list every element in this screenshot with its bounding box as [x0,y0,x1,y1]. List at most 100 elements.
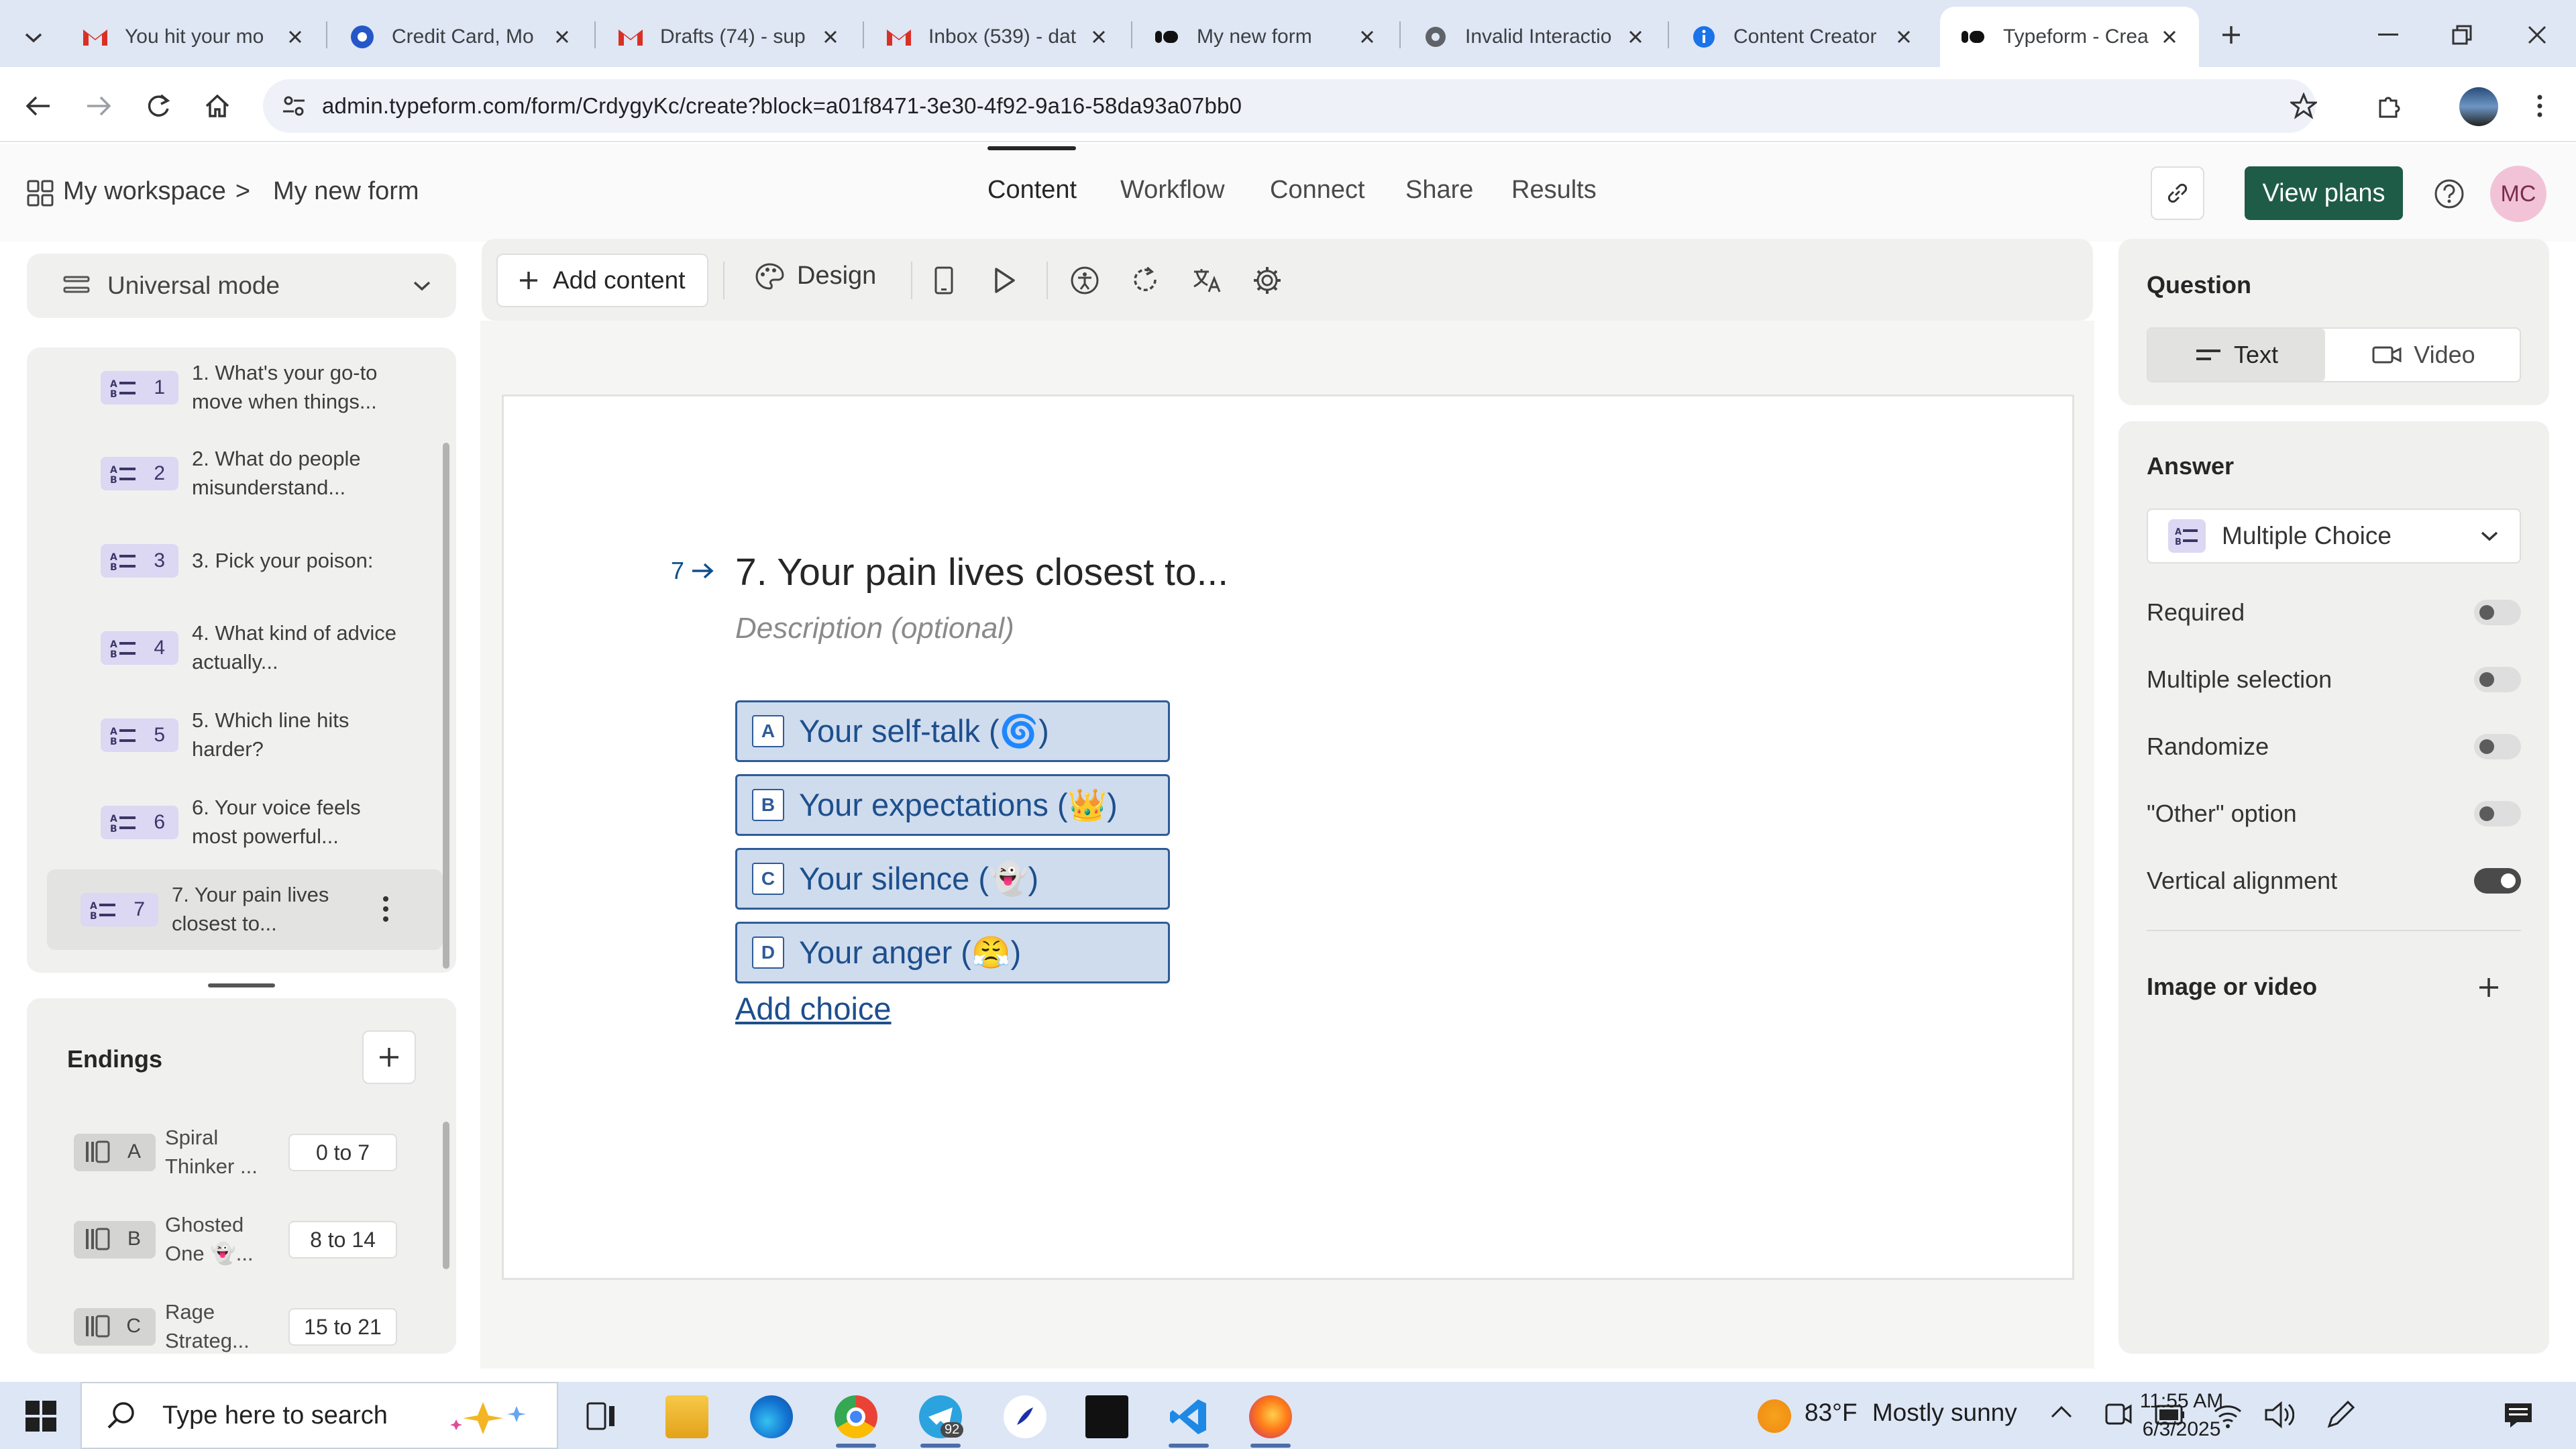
choice-option[interactable]: D Your anger (😤) [735,922,1170,983]
other-option-toggle[interactable] [2474,801,2521,826]
nav-tab-share[interactable]: Share [1405,176,1473,205]
close-icon[interactable] [1622,23,1649,50]
mode-selector[interactable]: Universal mode [27,254,456,318]
add-content-button[interactable]: Add content [496,254,708,307]
question-list-item[interactable]: AB 5 5. Which line hits harder? [47,695,443,775]
copy-link-button[interactable] [2151,166,2204,220]
browser-tab[interactable]: Invalid Interactio [1402,7,1665,67]
chrome-browser-icon[interactable] [835,1395,877,1438]
choice-option[interactable]: C Your silence (👻) [735,848,1170,910]
multiple-selection-toggle[interactable] [2474,667,2521,692]
panel-resize-handle[interactable] [208,983,275,987]
forward-button[interactable] [80,87,118,125]
extensions-button[interactable] [2371,87,2408,125]
close-icon[interactable] [282,23,309,50]
browser-tab[interactable]: Inbox (539) - dat [865,7,1128,67]
minimize-window-button[interactable] [2368,20,2408,50]
required-toggle[interactable] [2474,600,2521,625]
question-title[interactable]: 7. Your pain lives closest to... [735,550,1228,594]
add-choice-link[interactable]: Add choice [735,990,892,1027]
bookmark-star-button[interactable] [2285,87,2322,125]
nav-tab-connect[interactable]: Connect [1270,176,1365,205]
close-icon[interactable] [2156,23,2183,50]
view-plans-button[interactable]: View plans [2245,166,2403,220]
answer-type-dropdown[interactable]: AB Multiple Choice [2147,508,2521,564]
mobile-preview-button[interactable] [927,263,961,298]
task-view-icon[interactable] [585,1399,619,1433]
telegram-icon[interactable]: 92 [919,1395,964,1438]
question-list-item[interactable]: AB 1 1. What's your go-to move when thin… [47,347,443,428]
volume-icon[interactable] [2263,1401,2294,1429]
ending-score-range[interactable]: 8 to 14 [288,1221,397,1258]
preview-play-button[interactable] [987,263,1021,298]
choice-option[interactable]: A Your self-talk (🌀) [735,700,1170,762]
question-list-item[interactable]: AB 2 2. What do people misunderstand... [47,433,443,514]
translate-button[interactable] [1190,263,1224,298]
browser-tab-active[interactable]: Typeform - Crea [1940,7,2199,67]
edge-browser-icon[interactable] [750,1395,793,1438]
nav-tab-workflow[interactable]: Workflow [1120,176,1225,205]
breadcrumb-form-name[interactable]: My new form [273,177,419,206]
tab-search-button[interactable] [16,20,51,55]
help-button[interactable] [2432,177,2466,211]
taskbar-search[interactable]: Type here to search [80,1382,558,1449]
weather-widget[interactable]: 83°F Mostly sunny [1805,1399,2017,1427]
terminal-icon[interactable] [1085,1395,1128,1438]
address-bar[interactable]: admin.typeform.com/form/CrdygyKc/create?… [263,79,2316,133]
vertical-alignment-toggle[interactable] [2474,868,2521,894]
site-info-icon[interactable] [280,93,307,119]
logic-button[interactable] [1128,263,1162,298]
add-media-button[interactable] [2470,969,2508,1006]
vscode-icon[interactable] [1167,1395,1210,1438]
ending-score-range[interactable]: 15 to 21 [288,1308,397,1346]
text-option[interactable]: Text [2148,329,2325,381]
accessibility-button[interactable] [1068,263,1102,298]
restore-window-button[interactable] [2442,19,2482,51]
workspace-grid-icon[interactable] [27,180,54,207]
notifications-icon[interactable] [2502,1401,2534,1430]
new-tab-button[interactable] [2214,17,2249,52]
question-list-item[interactable]: AB 4 4. What kind of advice actually... [47,608,443,688]
randomize-toggle[interactable] [2474,734,2521,759]
breadcrumb-workspace[interactable]: My workspace [63,177,226,206]
home-button[interactable] [199,87,236,125]
back-button[interactable] [19,87,56,125]
question-list-item[interactable]: AB 3 3. Pick your poison: [47,521,443,601]
video-option[interactable]: Video [2328,329,2520,381]
chevron-up-icon[interactable] [2050,1403,2073,1419]
file-explorer-icon[interactable] [665,1395,708,1438]
ending-score-range[interactable]: 0 to 7 [288,1134,397,1171]
firefox-icon[interactable] [1249,1395,1292,1438]
design-button[interactable]: Design [754,262,876,290]
app-icon[interactable] [1004,1395,1046,1438]
system-clock[interactable]: 11:55 AM 6/3/2025 [2114,1387,2249,1444]
close-icon[interactable] [1354,23,1381,50]
question-list-item[interactable]: AB 6 6. Your voice feels most powerful..… [47,782,443,863]
browser-tab[interactable]: You hit your mo [62,7,325,67]
nav-tab-results[interactable]: Results [1511,176,1597,205]
settings-button[interactable] [1250,263,1284,298]
start-button[interactable] [25,1401,56,1432]
ending-item[interactable]: C Rage Strateg... 15 to 21 [27,1293,443,1354]
question-options-icon[interactable] [382,895,389,923]
browser-tab[interactable]: Credit Card, Mo [329,7,592,67]
close-window-button[interactable] [2517,19,2557,51]
user-avatar[interactable]: MC [2490,166,2546,222]
choice-option[interactable]: B Your expectations (👑) [735,774,1170,836]
close-icon[interactable] [549,23,576,50]
close-icon[interactable] [1890,23,1917,50]
browser-tab[interactable]: Drafts (74) - sup [597,7,860,67]
weather-icon[interactable] [1758,1399,1791,1433]
question-list-item-selected[interactable]: AB 7 7. Your pain lives closest to... [47,869,443,950]
reload-button[interactable] [140,87,177,125]
nav-tab-content[interactable]: Content [987,176,1077,205]
question-description[interactable]: Description (optional) [735,612,1014,645]
ending-item[interactable]: A Spiral Thinker ... 0 to 7 [27,1119,443,1186]
pen-icon[interactable] [2325,1399,2356,1430]
close-icon[interactable] [1085,23,1112,50]
ending-item[interactable]: B Ghosted One 👻... 8 to 14 [27,1206,443,1273]
profile-avatar[interactable] [2459,87,2498,126]
browser-tab[interactable]: My new form [1134,7,1397,67]
browser-tab[interactable]: Content Creator [1670,7,1933,67]
close-icon[interactable] [817,23,844,50]
